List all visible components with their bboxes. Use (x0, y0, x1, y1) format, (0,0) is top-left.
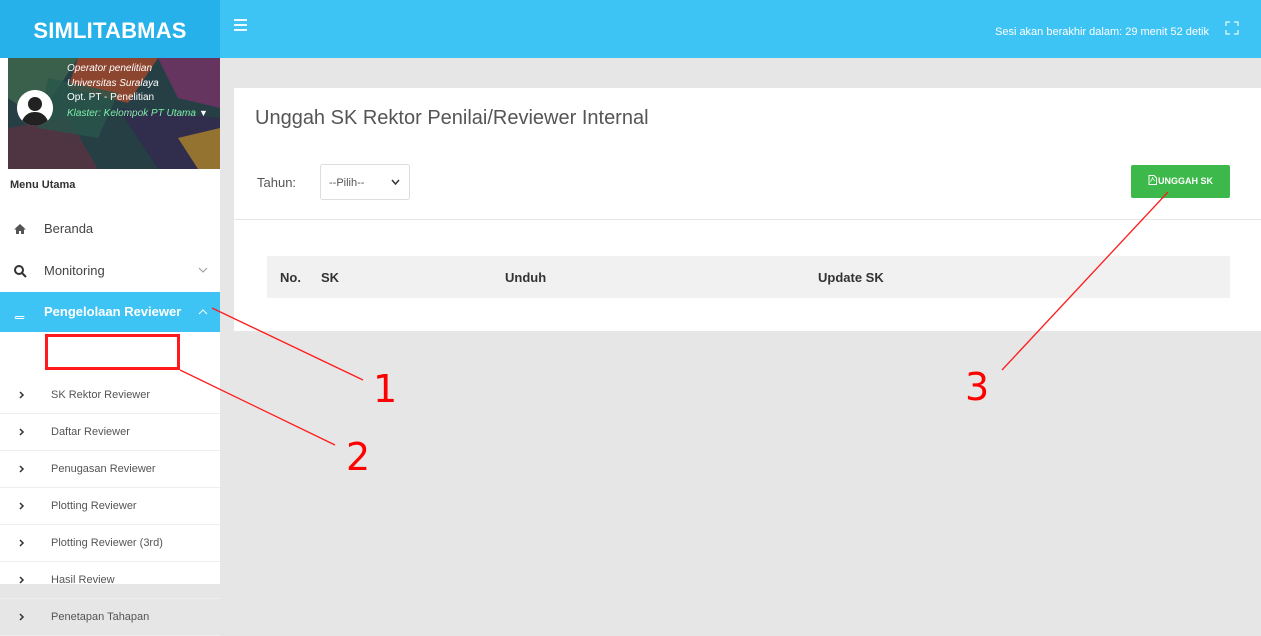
submenu-item-label: SK Rektor Reviewer (51, 389, 151, 401)
col-header-unduh: Unduh (505, 270, 547, 285)
main-card: Unggah SK Rektor Penilai/Reviewer Intern… (234, 88, 1261, 331)
sidebar: Operator penelitian Universitas Suralaya… (0, 58, 220, 636)
table-header-row: No. SK Unduh Update SK (267, 256, 1230, 298)
user-panel: Operator penelitian Universitas Suralaya… (8, 58, 220, 169)
submenu-item-plotting-reviewer-3rd[interactable]: Plotting Reviewer (3rd) (0, 525, 220, 562)
submenu-item-sk-rektor-reviewer[interactable]: SK Rektor Reviewer (0, 377, 220, 414)
chevron-right-icon (19, 539, 25, 547)
col-header-no: No. (280, 270, 301, 285)
sidebar-item-beranda[interactable]: Beranda (0, 208, 220, 250)
submenu-item-label: Daftar Reviewer (51, 426, 130, 438)
caret-down-icon: ▼ (198, 107, 208, 118)
submenu-item-hasil-review[interactable]: Hasil Review (0, 562, 220, 599)
menu-heading: Menu Utama (10, 179, 76, 191)
year-select[interactable]: --Pilih-- (320, 164, 410, 200)
col-header-sk: SK (321, 270, 340, 285)
upload-sk-button[interactable]: UNGGAH SK (1131, 165, 1230, 198)
sidebar-item-pengelolaan-reviewer[interactable]: Pengelolaan Reviewer (0, 292, 220, 332)
submenu-item-penugasan-reviewer[interactable]: Penugasan Reviewer (0, 451, 220, 488)
user-info: Operator penelitian Universitas Suralaya… (67, 62, 217, 121)
year-select-value: --Pilih-- (329, 177, 365, 189)
book-icon (14, 306, 26, 319)
fullscreen-icon[interactable] (1225, 21, 1239, 35)
submenu-item-label: Hasil Review (51, 574, 115, 586)
hamburger-menu-icon[interactable] (234, 19, 247, 31)
chevron-right-icon (19, 391, 25, 399)
submenu-item-label: Plotting Reviewer (3rd) (51, 537, 163, 549)
chevron-down-icon (391, 179, 400, 186)
submenu-pengelolaan-reviewer: SK Rektor Reviewer Daftar Reviewer Penug… (0, 377, 220, 636)
upload-sk-label: UNGGAH SK (1157, 176, 1213, 186)
chevron-right-icon (19, 428, 25, 436)
submenu-item-penetapan-tahapan[interactable]: Penetapan Tahapan (0, 599, 220, 636)
submenu-item-label: Plotting Reviewer (51, 500, 137, 512)
user-institution: Universitas Suralaya (67, 77, 159, 89)
annotation-highlight-box (45, 334, 180, 370)
sidebar-item-monitoring[interactable]: Monitoring (0, 250, 220, 292)
user-role: Operator penelitian (67, 63, 153, 74)
chevron-right-icon (19, 465, 25, 473)
sidebar-item-label: Pengelolaan Reviewer (44, 304, 182, 319)
user-cluster-toggle[interactable]: Klaster: Kelompok PT Utama ▼ (67, 106, 217, 122)
session-timer: Sesi akan berakhir dalam: 29 menit 52 de… (994, 26, 1209, 38)
submenu-item-label: Penugasan Reviewer (51, 463, 156, 475)
chevron-right-icon (19, 613, 25, 621)
home-icon (14, 224, 26, 234)
submenu-item-daftar-reviewer[interactable]: Daftar Reviewer (0, 414, 220, 451)
submenu-item-plotting-reviewer[interactable]: Plotting Reviewer (0, 488, 220, 525)
divider (234, 219, 1261, 220)
col-header-update-sk: Update SK (818, 270, 884, 285)
page-title: Unggah SK Rektor Penilai/Reviewer Intern… (255, 107, 649, 129)
annotation-label-1: 1 (373, 367, 398, 411)
annotation-label-3: 3 (965, 365, 990, 409)
sidebar-item-label: Monitoring (44, 263, 105, 278)
sidebar-item-label: Beranda (44, 221, 94, 236)
user-avatar-icon (17, 90, 53, 126)
chevron-down-icon (198, 267, 208, 273)
sidebar-nav: Beranda Monitoring Pengelolaan Reviewer (0, 208, 220, 332)
file-pdf-icon (1148, 175, 1157, 185)
top-navbar: SIMLITABMAS Sesi akan berakhir dalam: 29… (0, 0, 1261, 58)
chevron-right-icon (19, 576, 25, 584)
user-name: Opt. PT - Penelitian (67, 92, 155, 103)
user-cluster: Klaster: Kelompok PT Utama (67, 107, 196, 119)
chevron-right-icon (19, 502, 25, 510)
search-icon (14, 265, 27, 278)
annotation-label-2: 2 (346, 435, 371, 479)
chevron-up-icon (198, 309, 208, 315)
app-brand[interactable]: SIMLITABMAS (0, 0, 220, 58)
year-label: Tahun: (257, 175, 297, 190)
submenu-item-label: Penetapan Tahapan (51, 611, 150, 623)
